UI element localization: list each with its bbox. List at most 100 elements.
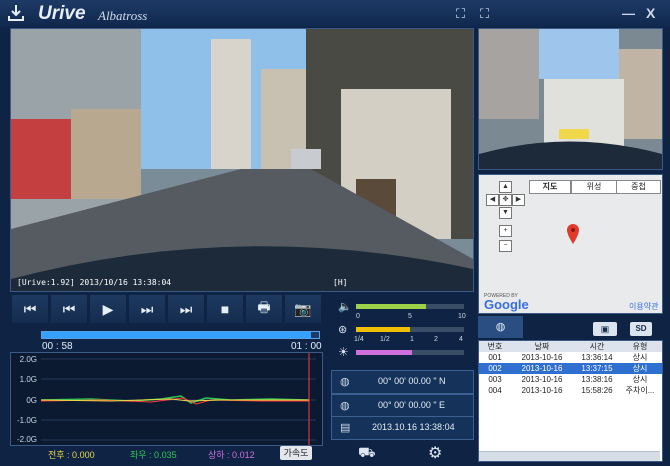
timeline-slider[interactable] bbox=[41, 331, 320, 339]
globe-tab[interactable]: ◍ bbox=[478, 316, 523, 338]
car-icon[interactable]: ⛟ bbox=[358, 444, 376, 463]
speed-scale-label: 1/4 bbox=[354, 336, 364, 343]
volume-scale-min: 0 bbox=[356, 313, 360, 320]
list-tabs: ◍ ▣ SD bbox=[478, 316, 661, 338]
gsensor-graph: 2.0G 1.0G 0G -1.0G -2.0G bbox=[10, 352, 323, 446]
fullscreen-icon[interactable]: ⛶ bbox=[456, 6, 465, 22]
pan-up-icon[interactable]: ▲ bbox=[499, 181, 512, 193]
folder-icon[interactable]: ▣ bbox=[593, 322, 617, 336]
stop-button[interactable]: ■ bbox=[207, 295, 243, 323]
list-horizontal-scrollbar[interactable] bbox=[479, 451, 660, 461]
table-row[interactable]: 001 2013-10-16 13:36:14 상시 bbox=[479, 352, 662, 363]
fullscreen-sub-icon[interactable]: ⛶ bbox=[480, 6, 489, 22]
col-type[interactable]: 유형 bbox=[621, 341, 659, 352]
volume-scale-max: 10 bbox=[458, 313, 466, 320]
table-row[interactable]: 003 2013-10-16 13:38:16 상시 bbox=[479, 374, 662, 385]
map-tab-map[interactable]: 지도 bbox=[529, 180, 571, 194]
google-logo: Google bbox=[484, 297, 529, 312]
current-time: 00 : 58 bbox=[42, 341, 73, 352]
speed-fill bbox=[356, 327, 410, 332]
zoom-in-icon[interactable]: + bbox=[499, 225, 512, 237]
app-subtitle: Albatross bbox=[98, 8, 148, 23]
close-button[interactable]: X bbox=[646, 5, 655, 21]
terms-link[interactable]: 이용약관 bbox=[629, 301, 658, 312]
row-number: 003 bbox=[488, 375, 502, 384]
speed-scale-label: 1 bbox=[410, 336, 414, 343]
download-icon bbox=[8, 5, 24, 21]
row-number: 004 bbox=[488, 386, 502, 395]
brightness-bar[interactable] bbox=[356, 350, 464, 355]
table-row[interactable]: 004 2013-10-16 15:58:26 주차이... bbox=[479, 385, 662, 396]
col-time[interactable]: 시간 bbox=[573, 341, 621, 352]
pan-left-icon[interactable]: ◀ bbox=[486, 194, 499, 206]
speed-control[interactable]: ⊛ bbox=[338, 323, 468, 337]
list-header: 번호 날짜 시간 유형 bbox=[479, 341, 662, 352]
speed-bar[interactable] bbox=[356, 327, 464, 332]
video-osd-flag: [H] bbox=[333, 278, 348, 287]
up-down-value: 상하 : 0.012 bbox=[208, 450, 255, 460]
rear-video[interactable] bbox=[478, 28, 663, 170]
col-date[interactable]: 날짜 bbox=[511, 341, 573, 352]
previous-button[interactable]: ⏮ bbox=[51, 295, 87, 323]
file-list[interactable]: 번호 날짜 시간 유형 001 2013-10-16 13:36:14 상시 0… bbox=[478, 340, 663, 462]
map-panel[interactable]: 지도 위성 중첩 ▲ ◀ ✥ ▶ ▼ + − POWERED BY Google… bbox=[478, 174, 663, 314]
gsensor-plot bbox=[40, 353, 316, 445]
row-time: 15:58:26 bbox=[581, 386, 613, 395]
last-button[interactable]: ⏭ bbox=[168, 295, 204, 323]
y-tick-label: -2.0G bbox=[16, 435, 37, 444]
table-row-selected[interactable]: 002 2013-10-16 13:37:15 상시 bbox=[479, 363, 662, 374]
row-date: 2013-10-16 bbox=[521, 386, 563, 395]
video-osd-text: [Urive:1.92] 2013/10/16 13:38:04 bbox=[17, 278, 172, 287]
first-button[interactable]: ⏮ bbox=[12, 295, 48, 323]
volume-fill bbox=[356, 304, 427, 309]
y-tick-label: 1.0G bbox=[19, 375, 37, 384]
volume-bar[interactable] bbox=[356, 304, 464, 309]
col-number[interactable]: 번호 bbox=[479, 341, 511, 352]
latitude-box: ◍ 00° 00' 00.00 " N bbox=[331, 370, 474, 394]
row-time: 13:37:15 bbox=[581, 364, 613, 373]
front-back-value: 전후 : 0.000 bbox=[48, 450, 95, 460]
speed-scale-label: 4 bbox=[459, 336, 463, 343]
datetime-box: ▤ 2013.10.16 13:38:04 bbox=[331, 416, 474, 440]
rear-camera-image bbox=[479, 29, 662, 169]
map-pin-icon[interactable] bbox=[566, 223, 580, 245]
map-tab-hybrid[interactable]: 중첩 bbox=[616, 180, 661, 194]
volume-icon: 🔈 bbox=[338, 301, 352, 313]
pan-down-icon[interactable]: ▼ bbox=[499, 207, 512, 219]
y-tick-label: 0G bbox=[26, 396, 37, 405]
main-video[interactable]: [Urive:1.92] 2013/10/16 13:38:04 [H] bbox=[10, 28, 474, 292]
brightness-icon: ☀ bbox=[338, 345, 349, 359]
snapshot-button[interactable]: 📷 bbox=[285, 295, 321, 323]
map-tab-satellite[interactable]: 위성 bbox=[571, 180, 617, 194]
settings-icon[interactable]: ⚙ bbox=[428, 443, 442, 463]
y-tick-label: -1.0G bbox=[16, 416, 37, 425]
calendar-icon: ▤ bbox=[340, 422, 351, 434]
app-brand: Urive bbox=[38, 3, 86, 24]
brightness-fill bbox=[356, 350, 413, 355]
sd-card-icon[interactable]: SD bbox=[630, 322, 652, 336]
play-button[interactable]: ▶ bbox=[90, 295, 126, 323]
zoom-out-icon[interactable]: − bbox=[499, 240, 512, 252]
left-right-value: 좌우 : 0.035 bbox=[130, 450, 177, 460]
row-type: 주차이... bbox=[625, 386, 655, 395]
volume-control[interactable]: 🔈 bbox=[338, 300, 468, 314]
row-number: 002 bbox=[488, 364, 502, 373]
longitude-value: 00° 00' 00.00 " E bbox=[378, 400, 446, 410]
acceleration-button[interactable]: 가속도 bbox=[280, 446, 312, 460]
print-button[interactable]: 🖶 bbox=[246, 295, 282, 323]
brightness-control[interactable]: ☀ bbox=[338, 345, 468, 360]
minimize-button[interactable]: — bbox=[622, 6, 635, 21]
latitude-value: 00° 00' 00.00 " N bbox=[378, 376, 446, 386]
street-scene-image bbox=[11, 29, 473, 291]
globe-icon: ◍ bbox=[340, 376, 350, 388]
next-button[interactable]: ⏭ bbox=[129, 295, 165, 323]
y-tick-label: 2.0G bbox=[19, 355, 37, 364]
pan-center-icon[interactable]: ✥ bbox=[499, 194, 512, 206]
timeline-progress bbox=[42, 332, 311, 338]
row-type: 상시 bbox=[632, 375, 648, 384]
speed-scale-label: 1/2 bbox=[380, 336, 390, 343]
row-date: 2013-10-16 bbox=[521, 375, 563, 384]
total-time: 01 : 00 bbox=[291, 341, 322, 352]
pan-right-icon[interactable]: ▶ bbox=[512, 194, 525, 206]
globe-icon: ◍ bbox=[340, 400, 350, 412]
